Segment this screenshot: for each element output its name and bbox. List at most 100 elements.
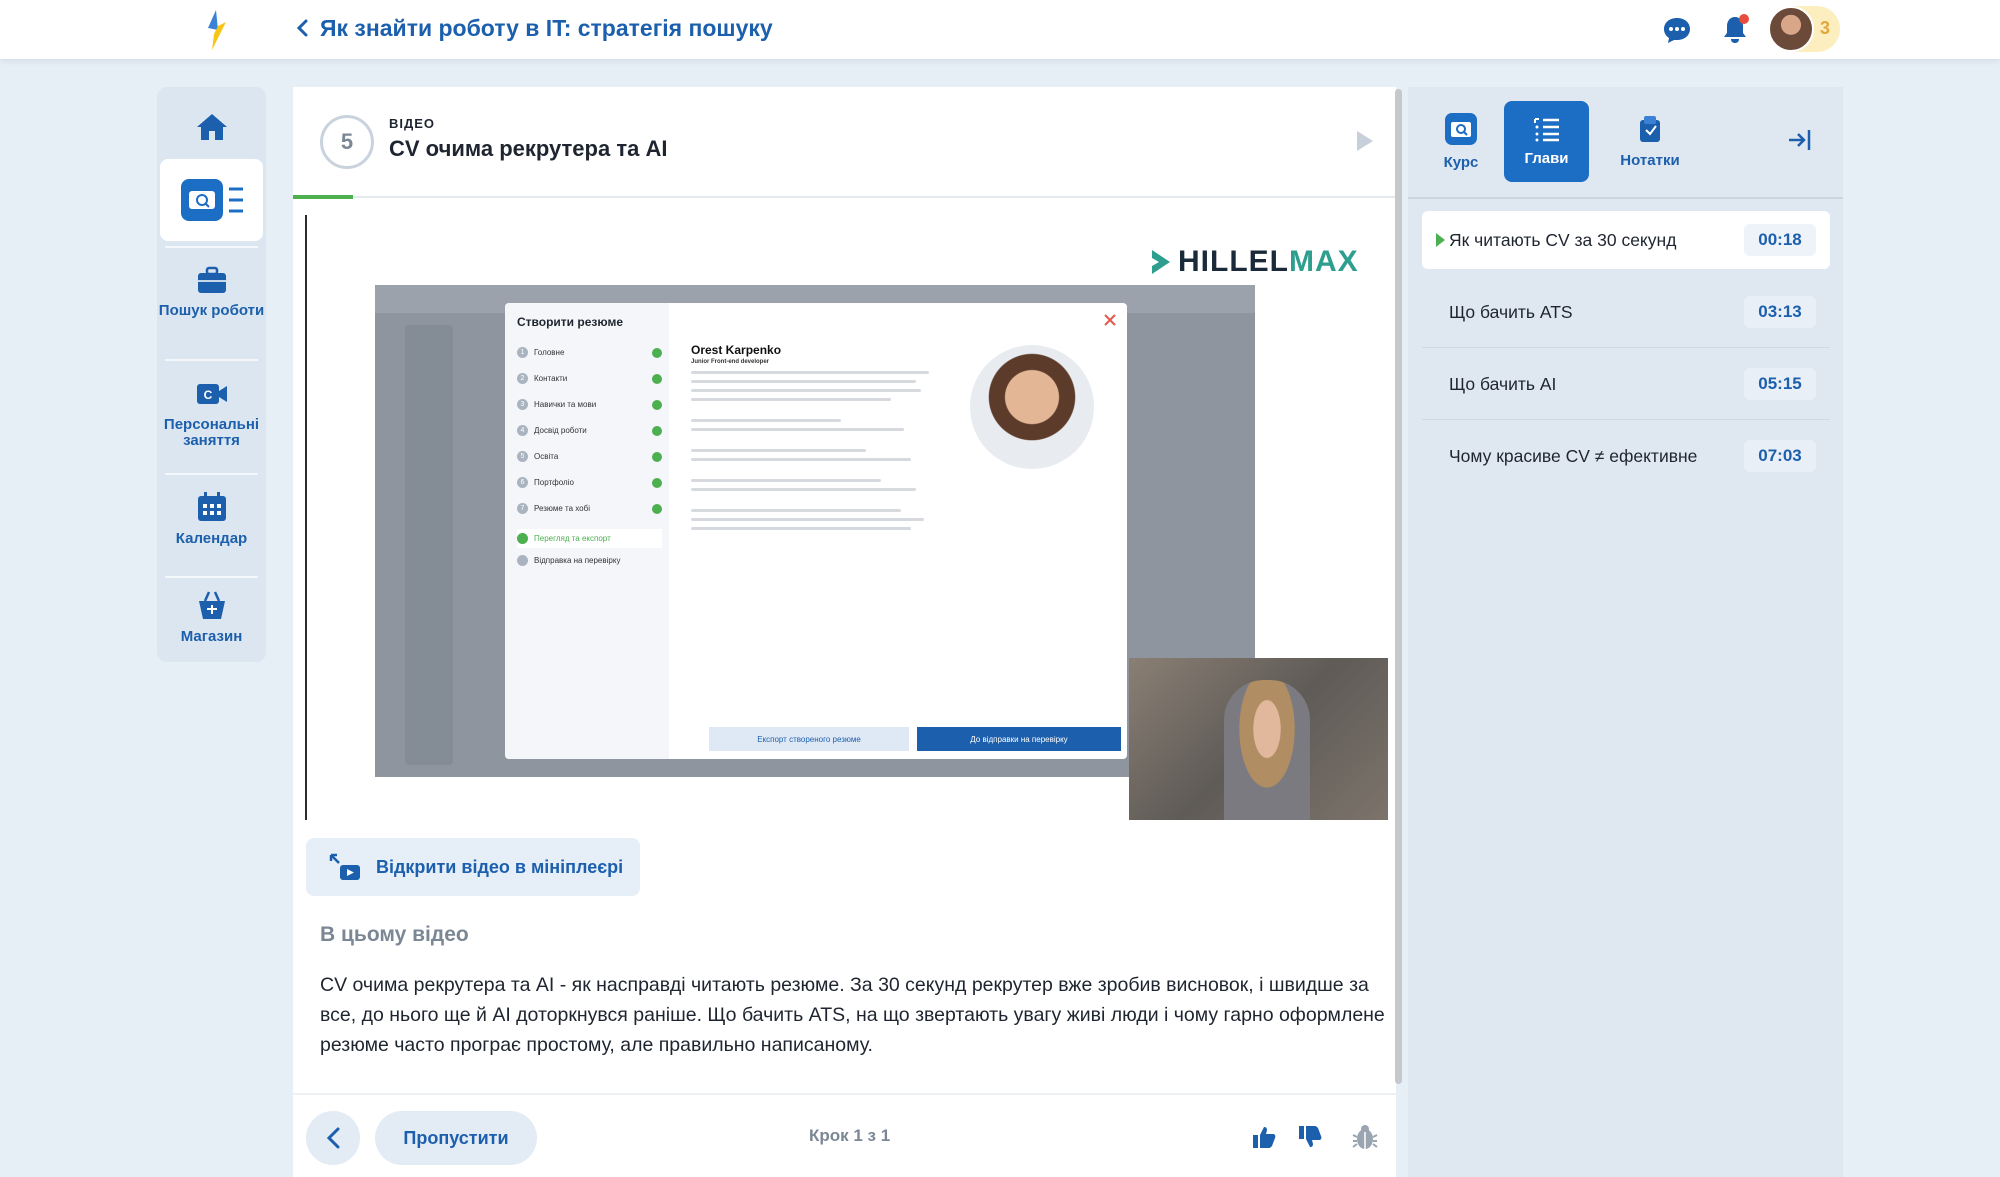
chapter-item[interactable]: Що бачить AI 05:15 bbox=[1422, 355, 1830, 413]
hillel-logo: HILLEL MAX bbox=[1150, 245, 1359, 279]
lesson-title: CV очима рекрутера та AI bbox=[389, 136, 668, 161]
chapter-title: Що бачить AI bbox=[1449, 373, 1557, 394]
divider bbox=[293, 196, 1396, 198]
mini-player-icon bbox=[329, 853, 360, 880]
text-line bbox=[691, 449, 866, 452]
step-number: 4 bbox=[517, 425, 528, 436]
play-icon[interactable] bbox=[1355, 129, 1375, 153]
lesson-number: 5 bbox=[320, 115, 374, 169]
divider bbox=[293, 1093, 1396, 1095]
notes-icon bbox=[1640, 116, 1660, 142]
avatar[interactable] bbox=[1768, 6, 1814, 52]
skip-button[interactable]: Пропустити bbox=[375, 1111, 537, 1165]
chapter-title: Чому красиве CV ≠ ефективне bbox=[1449, 445, 1698, 466]
course-list-icon bbox=[180, 179, 243, 221]
previous-button[interactable] bbox=[306, 1111, 360, 1165]
resume-preview: Orest Karpenko Junior Front-end develope… bbox=[691, 343, 941, 703]
bug-report-icon[interactable] bbox=[1351, 1123, 1379, 1151]
tab-chapters[interactable]: Глави bbox=[1504, 101, 1589, 182]
sidebar-item-shop[interactable]: Магазин bbox=[157, 589, 266, 655]
step-item: 2 Контакти bbox=[517, 373, 662, 384]
chapter-title: Як читають CV за 30 секунд bbox=[1449, 229, 1677, 250]
step-number: 7 bbox=[517, 503, 528, 514]
sidebar-item-label: Магазин bbox=[180, 628, 243, 645]
divider bbox=[165, 576, 258, 578]
divider bbox=[165, 359, 258, 361]
level-badge: 3 bbox=[1820, 18, 1831, 38]
play-logo-icon bbox=[1152, 250, 1170, 274]
chapter-item[interactable]: Що бачить ATS 03:13 bbox=[1422, 283, 1830, 341]
step-number bbox=[517, 555, 528, 566]
step-label: Перегляд та експорт bbox=[534, 534, 611, 543]
step-label: Навички та мови bbox=[534, 400, 597, 409]
check-icon bbox=[652, 425, 662, 436]
mini-player-label: Відкрити відео в мініплеєрі bbox=[376, 856, 624, 877]
check-icon bbox=[652, 477, 662, 488]
sidebar-item-personal-lessons[interactable]: C Персональні заняття bbox=[157, 379, 266, 469]
resume-role: Junior Front-end developer bbox=[691, 359, 770, 365]
description-text: CV очима рекрутера та AI - як насправді … bbox=[320, 974, 1385, 1056]
back-to-course-link[interactable]: Як знайти роботу в IT: стратегія пошуку bbox=[296, 12, 773, 44]
step-item: 7 Резюме та хобі bbox=[517, 503, 662, 514]
resume-name: Orest Karpenko bbox=[691, 343, 782, 357]
video-player[interactable]: HILLEL MAX Створити резюме 1 Головне 2 Конт… bbox=[305, 215, 1388, 820]
chapter-time: 00:18 bbox=[1744, 224, 1816, 256]
user-menu[interactable]: 3 bbox=[1768, 6, 1840, 52]
chapter-item[interactable]: Чому красиве CV ≠ ефективне 07:03 bbox=[1422, 427, 1830, 485]
divider bbox=[1422, 419, 1830, 420]
chapter-time: 07:03 bbox=[1744, 440, 1816, 472]
chapter-item-active[interactable]: Як читають CV за 30 секунд 00:18 bbox=[1422, 211, 1830, 269]
sidebar-item-calendar[interactable]: Календар bbox=[157, 491, 266, 571]
export-resume-button: Експорт створеного резюме bbox=[709, 727, 909, 751]
chat-icon[interactable] bbox=[1662, 15, 1692, 45]
text-line bbox=[691, 518, 924, 521]
divider bbox=[1422, 347, 1830, 348]
step-label: Головне bbox=[534, 348, 565, 357]
sidebar-item-job-search[interactable]: Пошук роботи bbox=[157, 265, 266, 355]
check-icon bbox=[652, 373, 662, 384]
mini-player-button[interactable]: Відкрити відео в мініплеєрі bbox=[306, 838, 640, 896]
step-label: Контакти bbox=[534, 374, 568, 383]
current-chapter-marker bbox=[1436, 233, 1445, 247]
divider bbox=[165, 246, 258, 248]
text-line bbox=[691, 371, 929, 374]
briefcase-icon bbox=[197, 266, 226, 293]
step-number: 5 bbox=[517, 451, 528, 462]
scrollbar[interactable] bbox=[1395, 89, 1402, 1084]
step-counter: Крок 1 з 1 bbox=[809, 1126, 891, 1145]
step-label: Відправка на перевірку bbox=[534, 556, 621, 565]
tab-course[interactable]: Курс bbox=[1430, 101, 1492, 182]
step-number: 6 bbox=[517, 477, 528, 488]
thumbs-up-icon[interactable] bbox=[1251, 1124, 1277, 1150]
step-item-active: Перегляд та експорт bbox=[517, 529, 662, 548]
check-icon bbox=[652, 399, 662, 410]
text-line bbox=[691, 419, 841, 422]
lesson-progress-bar bbox=[293, 195, 353, 199]
step-label: Досвід роботи bbox=[534, 426, 587, 435]
bell-icon[interactable] bbox=[1720, 13, 1750, 45]
logo-icon[interactable] bbox=[200, 8, 230, 52]
top-bar: Як знайти роботу в IT: стратегія пошуку … bbox=[0, 0, 2000, 59]
text-line bbox=[691, 389, 921, 392]
resume-photo bbox=[970, 345, 1094, 469]
text-line bbox=[691, 458, 911, 461]
text-line bbox=[691, 479, 881, 482]
home-icon bbox=[196, 114, 227, 140]
presenter bbox=[1224, 680, 1310, 820]
sidebar-item-label: Календар bbox=[175, 530, 248, 547]
brand-part-b: MAX bbox=[1289, 245, 1359, 278]
chapter-time: 03:13 bbox=[1744, 296, 1816, 328]
text-line bbox=[691, 398, 891, 401]
sidebar-item-course[interactable] bbox=[160, 159, 263, 241]
check-icon bbox=[652, 451, 662, 462]
thumbs-down-icon[interactable] bbox=[1297, 1124, 1323, 1150]
sidebar-item-home[interactable] bbox=[157, 101, 266, 153]
collapse-panel-icon[interactable] bbox=[1786, 127, 1812, 153]
tab-notes[interactable]: Нотатки bbox=[1608, 101, 1692, 182]
sidebar-item-label: Пошук роботи bbox=[158, 302, 265, 319]
video-call-icon: C bbox=[196, 384, 227, 404]
resume-modal: Створити резюме 1 Головне 2 Контакти 3 Нави… bbox=[505, 303, 1127, 759]
submit-resume-button: До відправки на перевірку bbox=[917, 727, 1121, 751]
course-icon bbox=[1445, 113, 1477, 145]
step-number: 2 bbox=[517, 373, 528, 384]
